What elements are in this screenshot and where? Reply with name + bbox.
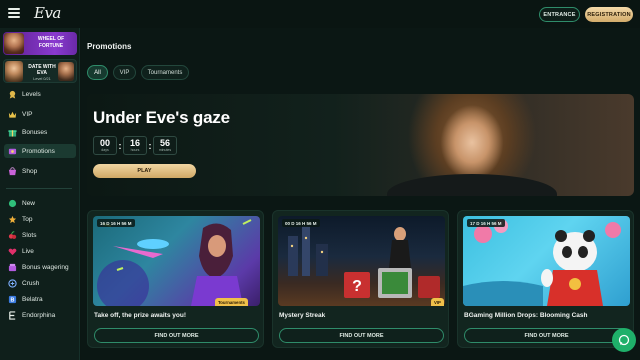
countdown-badge: 16 D 16 H 56 M [97, 219, 135, 227]
sidebar-item-new[interactable]: New [4, 196, 76, 210]
chat-button[interactable] [612, 328, 636, 352]
sidebar-item-label: Top [22, 215, 33, 223]
gift-icon [7, 127, 17, 137]
promo-card-image [93, 216, 260, 306]
sidebar-item-slots[interactable]: Slots [4, 228, 76, 242]
countdown-timer: 00 days : 16 hours : 56 minutes [93, 136, 177, 155]
belatra-icon: B [7, 294, 17, 304]
sidebar-item-vip[interactable]: VIP [4, 107, 76, 121]
promo-card[interactable]: 16 D 16 H 56 M Tournaments Take off, the… [87, 210, 264, 348]
find-out-more-button[interactable]: FIND OUT MORE [94, 328, 259, 343]
eva-avatar [5, 61, 23, 82]
endorphina-icon [7, 310, 17, 320]
sidebar-item-top[interactable]: Top [4, 212, 76, 226]
levels-icon [7, 89, 17, 99]
svg-text:B: B [10, 297, 14, 303]
sidebar-item-label: Live [22, 247, 34, 255]
page-title: Promotions [87, 42, 132, 51]
promo-card[interactable]: 17 D 16 H 56 M BGaming Million Drops: Bl… [457, 210, 634, 348]
crown-icon [7, 109, 17, 119]
sidebar: WHEEL OF FORTUNE DATE WITH EVA Level 0/2… [0, 28, 80, 360]
sidebar-item-label: Endorphina [22, 311, 56, 319]
shop-icon [7, 166, 17, 176]
sidebar-item-levels[interactable]: Levels [4, 87, 76, 101]
crush-icon [7, 278, 17, 288]
promo-card-image [463, 216, 630, 306]
wagering-icon [7, 262, 17, 272]
entrance-button[interactable]: ENTRANCE [539, 7, 580, 22]
sidebar-item-promotions[interactable]: Promotions [4, 144, 76, 158]
registration-button[interactable]: REGISTRATION [585, 7, 633, 22]
main-content: Promotions All VIP Tournaments Under Eve… [81, 28, 640, 360]
date-with-eva-label: DATE WITH EVA [28, 64, 56, 76]
chat-icon [618, 334, 630, 346]
sidebar-item-label: Bonuses [22, 128, 48, 136]
promo-card[interactable]: ? 00 D 16 H 56 M VIP Mystery Streak FIND… [272, 210, 449, 348]
countdown-badge: 17 D 16 H 56 M [467, 219, 505, 227]
timer-hours: 16 hours [123, 136, 147, 155]
date-with-eva-card[interactable]: DATE WITH EVA Level 0/21 [3, 59, 77, 83]
sidebar-item-label: VIP [22, 110, 33, 118]
user-avatar [58, 62, 74, 81]
timer-days: 00 days [93, 136, 117, 155]
wheel-of-fortune-card[interactable]: WHEEL OF FORTUNE [3, 32, 77, 55]
sidebar-item-label: Slots [22, 231, 37, 239]
hero-title: Under Eve's gaze [93, 108, 230, 127]
wheel-of-fortune-label: WHEEL OF FORTUNE [37, 36, 65, 49]
promo-icon [7, 146, 17, 156]
promo-card-image: ? [278, 216, 445, 306]
sidebar-item-label: New [22, 199, 36, 207]
promo-card-title: BGaming Million Drops: Blooming Cash [464, 312, 588, 319]
sidebar-item-endorphina[interactable]: Endorphina [4, 308, 76, 322]
sidebar-item-crush[interactable]: Crush [4, 276, 76, 290]
svg-text:?: ? [352, 278, 362, 295]
sidebar-item-label: Shop [22, 167, 38, 175]
sidebar-item-label: Bonus wagering [22, 263, 69, 271]
sidebar-item-bonus-wagering[interactable]: Bonus wagering [4, 260, 76, 274]
sidebar-item-label: Levels [22, 90, 41, 98]
menu-icon[interactable] [8, 8, 20, 18]
filter-tournaments[interactable]: Tournaments [141, 65, 189, 80]
eva-avatar [4, 33, 24, 54]
timer-minutes: 56 minutes [153, 136, 177, 155]
sidebar-divider [6, 188, 72, 189]
tournaments-tag: Tournaments [215, 298, 248, 306]
sidebar-item-belatra[interactable]: B Belatra [4, 292, 76, 306]
sidebar-item-bonuses[interactable]: Bonuses [4, 125, 76, 139]
top-bar: Eva ENTRANCE REGISTRATION [0, 0, 640, 28]
filter-vip[interactable]: VIP [113, 65, 136, 80]
sidebar-item-label: Crush [22, 279, 40, 287]
new-icon [7, 198, 17, 208]
sidebar-item-shop[interactable]: Shop [4, 164, 76, 178]
top-icon [7, 214, 17, 224]
find-out-more-button[interactable]: FIND OUT MORE [464, 328, 629, 343]
live-icon [7, 246, 17, 256]
logo[interactable]: Eva [34, 4, 61, 22]
promo-card-title: Mystery Streak [279, 312, 326, 319]
promo-card-title: Take off, the prize awaits you! [94, 312, 186, 319]
sidebar-item-label: Promotions [22, 147, 55, 155]
sidebar-item-live[interactable]: Live [4, 244, 76, 258]
find-out-more-button[interactable]: FIND OUT MORE [279, 328, 444, 343]
countdown-badge: 00 D 16 H 56 M [282, 219, 320, 227]
hero-banner[interactable]: Under Eve's gaze 00 days : 16 hours : 56… [87, 94, 634, 196]
vip-tag: VIP [431, 298, 444, 306]
play-button[interactable]: PLAY [93, 164, 196, 178]
level-progress-label: Level 0/21 [33, 77, 51, 81]
slots-icon [7, 230, 17, 240]
filter-all[interactable]: All [87, 65, 108, 80]
sidebar-item-label: Belatra [22, 295, 43, 303]
